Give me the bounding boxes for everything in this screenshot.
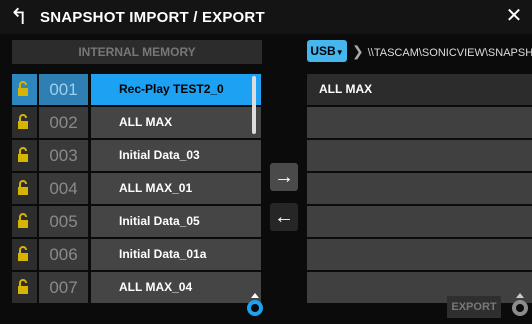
snapshot-row[interactable]: 003 Initial Data_03 (12, 140, 264, 173)
usb-list-item[interactable] (307, 206, 532, 237)
lock-open-icon[interactable] (12, 173, 37, 204)
snapshot-name: Initial Data_03 (91, 140, 261, 171)
usb-path-text: \\TASCAM\SONICVIEW\SNAPSHOT\ (367, 47, 532, 59)
snapshot-name: ALL MAX_04 (91, 272, 261, 303)
lock-open-icon[interactable] (12, 206, 37, 237)
internal-snapshot-list: 001 Rec-Play TEST2_0 002 ALL MAX 003 Ini… (12, 74, 264, 305)
usb-path: ❯\\TASCAM\SONICVIEW\SNAPSHOT\ (352, 40, 532, 62)
export-knob-icon[interactable] (510, 293, 530, 319)
import-arrow-button[interactable]: ← (270, 203, 298, 231)
snapshot-row[interactable]: 006 Initial Data_01a (12, 239, 264, 272)
snapshot-name: Initial Data_01a (91, 239, 261, 270)
snapshot-row[interactable]: 002 ALL MAX (12, 107, 264, 140)
snapshot-row[interactable]: 005 Initial Data_05 (12, 206, 264, 239)
snapshot-number: 003 (39, 140, 88, 171)
usb-label: USB (310, 44, 336, 58)
dropdown-arrow-icon: ▼ (335, 48, 344, 57)
usb-list-item[interactable] (307, 140, 532, 171)
list-scrollbar[interactable] (252, 76, 256, 134)
usb-list-item[interactable]: ALL MAX (307, 74, 532, 105)
lock-open-icon[interactable] (12, 107, 37, 138)
snapshot-number: 006 (39, 239, 88, 270)
lock-open-icon[interactable] (12, 140, 37, 171)
back-icon[interactable]: ↰ (4, 3, 34, 31)
snapshot-number: 002 (39, 107, 88, 138)
usb-list-item[interactable] (307, 107, 532, 138)
snapshot-name: ALL MAX (91, 107, 261, 138)
snapshot-name: Rec-Play TEST2_0 (91, 74, 261, 105)
list-scroll-knob-icon[interactable] (245, 293, 265, 319)
usb-snapshot-list: ALL MAX (307, 74, 532, 305)
usb-list-item[interactable] (307, 239, 532, 270)
internal-memory-header: INTERNAL MEMORY (12, 40, 262, 64)
snapshot-number: 005 (39, 206, 88, 237)
lock-open-icon[interactable] (12, 74, 37, 105)
snapshot-number: 007 (39, 272, 88, 303)
snapshot-row[interactable]: 001 Rec-Play TEST2_0 (12, 74, 264, 107)
export-arrow-button[interactable]: → (270, 163, 298, 191)
snapshot-number: 001 (39, 74, 88, 105)
chevron-right-icon: ❯ (352, 43, 364, 59)
snapshot-row[interactable]: 007 ALL MAX_04 (12, 272, 264, 305)
window-title: SNAPSHOT IMPORT / EXPORT (40, 9, 265, 26)
usb-list-item[interactable] (307, 173, 532, 204)
lock-open-icon[interactable] (12, 272, 37, 303)
usb-device-dropdown[interactable]: USB▼ (307, 40, 347, 62)
snapshot-name: ALL MAX_01 (91, 173, 261, 204)
snapshot-number: 004 (39, 173, 88, 204)
snapshot-name: Initial Data_05 (91, 206, 261, 237)
export-button[interactable]: EXPORT (447, 296, 501, 318)
close-icon[interactable]: ✕ (504, 4, 524, 28)
snapshot-row[interactable]: 004 ALL MAX_01 (12, 173, 264, 206)
lock-open-icon[interactable] (12, 239, 37, 270)
title-bar: ↰ SNAPSHOT IMPORT / EXPORT ✕ (0, 0, 532, 34)
